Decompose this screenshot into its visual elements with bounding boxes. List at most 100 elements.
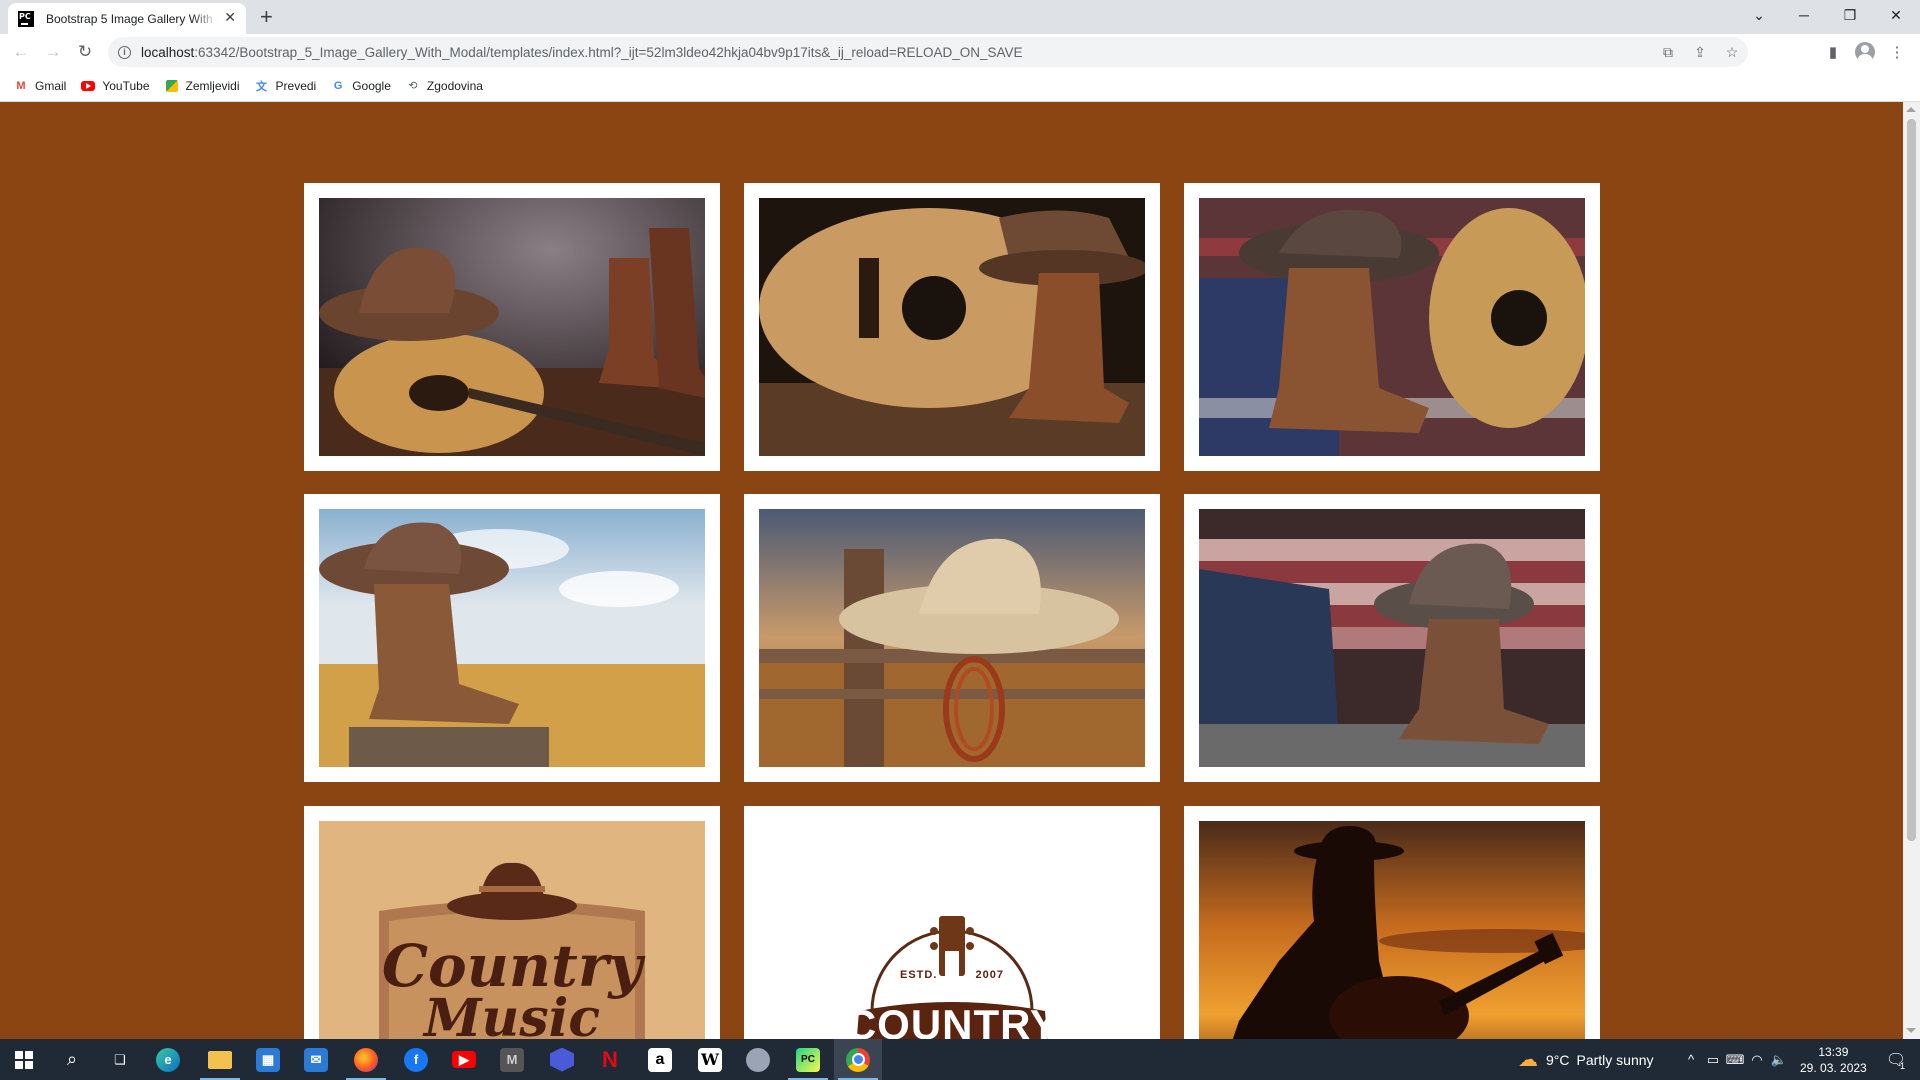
gallery-card[interactable]: Country Music <box>304 806 720 1039</box>
windows-taskbar: ⌕ ❏ e ▦ ✉ f ▶ M N a W PC ☁ 9°C Partly su… <box>0 1039 1920 1080</box>
bookmark-label: Zemljevidi <box>185 78 240 93</box>
bookmark-gmail[interactable]: M Gmail <box>14 79 66 93</box>
reload-icon[interactable]: ↻ <box>73 40 97 64</box>
new-tab-icon[interactable]: + <box>260 4 273 30</box>
gallery-card[interactable] <box>1184 183 1600 471</box>
bookmark-google[interactable]: G Google <box>331 79 391 93</box>
site-info-icon[interactable]: i <box>118 45 131 59</box>
weather-temp: 9°C <box>1546 1051 1570 1068</box>
gallery-image-guitar-hat-boots-dark[interactable] <box>319 198 705 456</box>
bookmark-star-icon[interactable]: ☆ <box>1716 44 1748 61</box>
gallery-image-boots-hat-hayfield[interactable] <box>319 509 705 767</box>
bookmark-zemljevidi[interactable]: Zemljevidi <box>165 79 240 93</box>
volume-icon[interactable]: 🔈 <box>1768 1052 1790 1068</box>
taskbar-pycharm[interactable]: PC <box>784 1039 832 1080</box>
keyboard-icon[interactable]: ⌨ <box>1724 1052 1746 1068</box>
clock-time: 13:39 <box>1818 1044 1849 1059</box>
browser-toolbar: ← → ↻ i localhost:63342/Bootstrap_5_Imag… <box>0 34 1920 70</box>
translate-page-icon[interactable]: ⧉ <box>1652 44 1684 61</box>
store-icon: ▦ <box>256 1047 280 1072</box>
gallery-card[interactable] <box>1184 494 1600 782</box>
taskbar-file-explorer[interactable] <box>196 1039 244 1080</box>
side-panel-icon[interactable]: ▮ <box>1820 40 1846 64</box>
show-hidden-icons-icon[interactable]: ^ <box>1680 1052 1702 1067</box>
clock[interactable]: 13:39 29. 03. 2023 <box>1800 1039 1867 1080</box>
amazon-icon: a <box>648 1047 672 1072</box>
monitor-icon[interactable]: ▭ <box>1702 1052 1724 1068</box>
gallery-card[interactable] <box>1184 806 1600 1039</box>
taskbar-chrome[interactable] <box>834 1039 882 1080</box>
browser-tab[interactable]: PC Bootstrap 5 Image Gallery With Modal … <box>8 3 246 34</box>
google-icon: G <box>333 79 343 92</box>
edge-icon: e <box>156 1047 180 1072</box>
notification-center[interactable]: 🗨 1 <box>1876 1039 1916 1080</box>
pycharm-favicon-icon: PC <box>18 10 34 27</box>
gallery-card[interactable] <box>304 494 720 782</box>
gmail-icon: M <box>16 79 26 92</box>
gallery-card[interactable]: ESTD. 2007 ★ COUNTRY ★ <box>744 806 1160 1039</box>
bookmark-prevedi[interactable]: 文 Prevedi <box>255 79 316 93</box>
tab-search-icon[interactable]: ⌄ <box>1736 0 1782 30</box>
gallery-image-boots-hat-guitar-flag[interactable] <box>1199 198 1585 456</box>
firefox-icon <box>354 1047 378 1072</box>
taskbar-youtube[interactable]: ▶ <box>440 1039 488 1080</box>
page-scrollbar[interactable] <box>1903 102 1920 1039</box>
address-bar[interactable]: i localhost:63342/Bootstrap_5_Image_Gall… <box>108 37 1748 67</box>
scroll-down-icon[interactable] <box>1906 1028 1916 1033</box>
system-tray: ^ ▭ ⌨ ◠ 🔈 <box>1680 1039 1790 1080</box>
notification-count: 1 <box>1900 1061 1906 1071</box>
taskbar-app-m[interactable]: M <box>488 1039 536 1080</box>
app-m-icon: M <box>500 1047 524 1072</box>
bookmark-label: Gmail <box>35 78 67 93</box>
youtube-icon: ▶ <box>452 1051 476 1068</box>
taskbar-mail[interactable]: ✉ <box>292 1039 340 1080</box>
gallery-image-cowgirl-guitar-sunset[interactable] <box>1199 821 1585 1039</box>
clock-date: 29. 03. 2023 <box>1800 1060 1867 1075</box>
restore-icon[interactable]: ❐ <box>1827 0 1873 30</box>
profile-avatar[interactable] <box>1852 40 1878 64</box>
scrollbar-thumb[interactable] <box>1907 119 1916 841</box>
taskbar-store[interactable]: ▦ <box>244 1039 292 1080</box>
search-icon: ⌕ <box>66 1049 78 1069</box>
forward-icon[interactable]: → <box>41 40 65 64</box>
share-icon[interactable]: ⇪ <box>1684 44 1716 61</box>
taskbar-game[interactable] <box>734 1039 782 1080</box>
estd-label: ESTD. 2007 <box>899 969 1004 981</box>
gallery-card[interactable] <box>744 183 1160 471</box>
pycharm-icon: PC <box>796 1047 820 1072</box>
weather-widget[interactable]: ☁ 9°C Partly sunny <box>1518 1039 1654 1080</box>
taskbar-wikipedia[interactable]: W <box>686 1039 734 1080</box>
gallery-card[interactable] <box>304 183 720 471</box>
tab-close-icon[interactable]: ✕ <box>224 9 236 26</box>
gallery-image-guitar-boots-hat-wood[interactable] <box>759 198 1145 456</box>
translate-icon: 文 <box>256 80 268 93</box>
gallery-image-country-estd-logo[interactable]: ESTD. 2007 ★ COUNTRY ★ <box>759 821 1145 1039</box>
bookmark-youtube[interactable]: YouTube <box>81 79 150 93</box>
game-icon <box>746 1047 770 1072</box>
mail-icon: ✉ <box>304 1047 328 1072</box>
minimize-icon[interactable]: ─ <box>1781 0 1827 30</box>
taskbar-app-hex[interactable] <box>538 1039 586 1080</box>
start-button[interactable] <box>0 1039 48 1080</box>
bookmark-zgodovina[interactable]: ⟲ Zgodovina <box>406 79 483 93</box>
menu-dots-icon[interactable]: ⋮ <box>1884 40 1910 64</box>
taskbar-facebook[interactable]: f <box>392 1039 440 1080</box>
avatar <box>1855 42 1875 62</box>
gallery-image-country-music-logo[interactable]: Country Music <box>319 821 705 1039</box>
gallery-image-boots-hat-american-flag[interactable] <box>1199 509 1585 767</box>
windows-logo-icon <box>15 1050 33 1069</box>
taskbar-edge[interactable]: e <box>144 1039 192 1080</box>
task-view-button[interactable]: ❏ <box>96 1039 144 1080</box>
facebook-icon: f <box>404 1047 428 1072</box>
back-icon[interactable]: ← <box>9 40 33 64</box>
wifi-icon[interactable]: ◠ <box>1746 1052 1768 1068</box>
taskbar-netflix[interactable]: N <box>586 1039 634 1080</box>
taskbar-amazon[interactable]: a <box>636 1039 684 1080</box>
search-button[interactable]: ⌕ <box>48 1039 96 1080</box>
scroll-up-icon[interactable] <box>1906 107 1916 112</box>
taskbar-firefox[interactable] <box>342 1039 390 1080</box>
bookmark-label: Google <box>352 78 391 93</box>
close-window-icon[interactable]: ✕ <box>1873 0 1919 30</box>
gallery-card[interactable] <box>744 494 1160 782</box>
gallery-image-hat-lasso-fence[interactable] <box>759 509 1145 767</box>
